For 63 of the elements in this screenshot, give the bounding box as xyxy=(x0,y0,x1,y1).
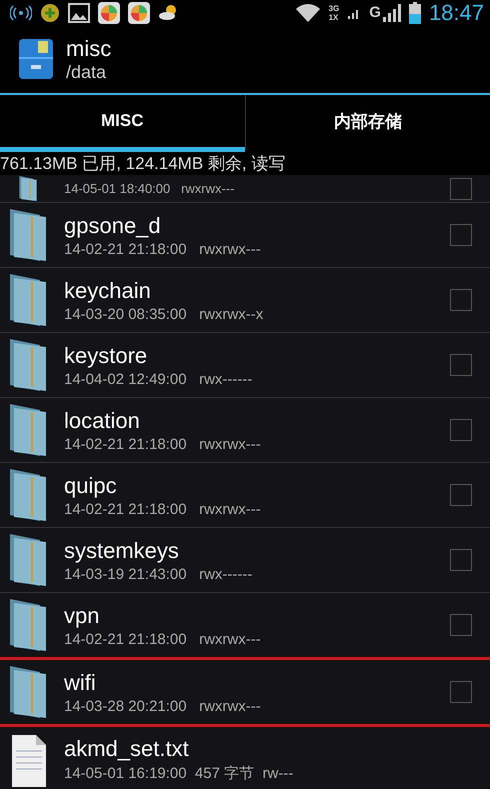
folder-icon xyxy=(8,467,48,523)
network-label: 1X xyxy=(328,12,340,22)
signal-icon xyxy=(382,2,401,22)
app-logo-icon xyxy=(18,37,54,81)
network-label: 3G xyxy=(328,4,340,12)
wifi-tether-icon xyxy=(10,4,32,22)
wifi-icon xyxy=(294,2,321,22)
clock: 18:47 xyxy=(428,0,484,26)
file-name[interactable]: location xyxy=(64,408,434,434)
checkbox[interactable] xyxy=(450,354,472,376)
file-name[interactable]: systemkeys xyxy=(64,538,434,564)
file-name[interactable]: akmd_set.txt xyxy=(64,736,472,762)
file-name[interactable]: wifi xyxy=(64,670,434,696)
tab[interactable]: 内部存储 xyxy=(244,95,490,152)
file-details: 14-02-21 21:18:00 rwxrwx--- xyxy=(64,500,262,518)
image-icon xyxy=(68,2,90,22)
file-row[interactable]: vpn 14-02-21 21:18:00 rwxrwx--- xyxy=(0,593,490,660)
folder-icon xyxy=(8,207,48,263)
file-name[interactable]: vpn xyxy=(64,602,434,628)
file-row[interactable]: 14-05-01 18:40:00 rwxrwx--- xyxy=(0,175,490,203)
file-details: 14-03-28 20:21:00 rwxrwx--- xyxy=(64,698,262,714)
file-details: 14-05-01 16:19:00 457 字节 rw--- xyxy=(64,764,294,782)
file-details: 14-02-21 21:18:00 rwxrwx--- xyxy=(64,436,262,452)
plus-icon xyxy=(40,2,60,22)
folder-path: /data xyxy=(66,62,108,82)
checkbox[interactable] xyxy=(450,681,472,703)
file-details: 14-05-01 18:40:00 rwxrwx--- xyxy=(64,181,236,196)
folder-title: misc xyxy=(66,36,112,62)
battery-icon xyxy=(408,2,421,24)
file-details: 14-03-19 21:43:00 rwx------ xyxy=(64,566,254,582)
file-row[interactable]: wifi 14-03-28 20:21:00 rwxrwx--- xyxy=(0,660,490,727)
checkbox[interactable] xyxy=(450,549,472,571)
storage-info: 761.13MB 已用, 124.14MB 剩余, 读写 xyxy=(0,153,286,175)
checkbox[interactable] xyxy=(450,289,472,311)
file-row[interactable]: gpsone_d 14-02-21 21:18:00 rwxrwx--- xyxy=(0,203,490,268)
checkbox[interactable] xyxy=(450,484,472,506)
file-details: 14-02-21 21:18:00 rwxrwx--- xyxy=(64,240,262,258)
file-name[interactable]: keystore xyxy=(64,342,434,368)
file-row[interactable]: location 14-02-21 21:18:00 rwxrwx--- xyxy=(0,398,490,463)
file-row[interactable]: quipc 14-02-21 21:18:00 rwxrwx--- xyxy=(0,463,490,528)
folder-icon xyxy=(8,337,48,393)
file-details: 14-04-02 12:49:00 rwx------ xyxy=(64,370,254,388)
file-row[interactable]: systemkeys 14-03-19 21:43:00 rwx------ xyxy=(0,528,490,593)
network-label: G xyxy=(369,4,381,21)
folder-icon xyxy=(8,402,48,458)
checkbox[interactable] xyxy=(450,224,472,246)
file-name[interactable]: gpsone_d xyxy=(64,212,434,238)
folder-icon xyxy=(8,272,48,328)
folder-icon xyxy=(8,532,48,588)
folder-icon xyxy=(8,597,48,653)
app-icon xyxy=(128,2,150,24)
file-name[interactable]: keychain xyxy=(64,278,434,304)
file-row[interactable]: akmd_set.txt 14-05-01 16:19:00 457 字节 rw--- xyxy=(0,727,490,789)
app-icon xyxy=(98,2,120,24)
file-row[interactable]: keystore 14-04-02 12:49:00 rwx------ xyxy=(0,333,490,398)
file-name[interactable]: quipc xyxy=(64,472,434,498)
folder-icon xyxy=(8,664,48,720)
file-details: 14-02-21 21:18:00 rwxrwx--- xyxy=(64,630,262,648)
file-row[interactable]: keychain 14-03-20 08:35:00 rwxrwx--x xyxy=(0,268,490,333)
checkbox[interactable] xyxy=(450,419,472,441)
file-details: 14-03-20 08:35:00 rwxrwx--x xyxy=(64,306,264,322)
checkbox[interactable] xyxy=(450,614,472,636)
checkbox[interactable] xyxy=(450,178,472,200)
